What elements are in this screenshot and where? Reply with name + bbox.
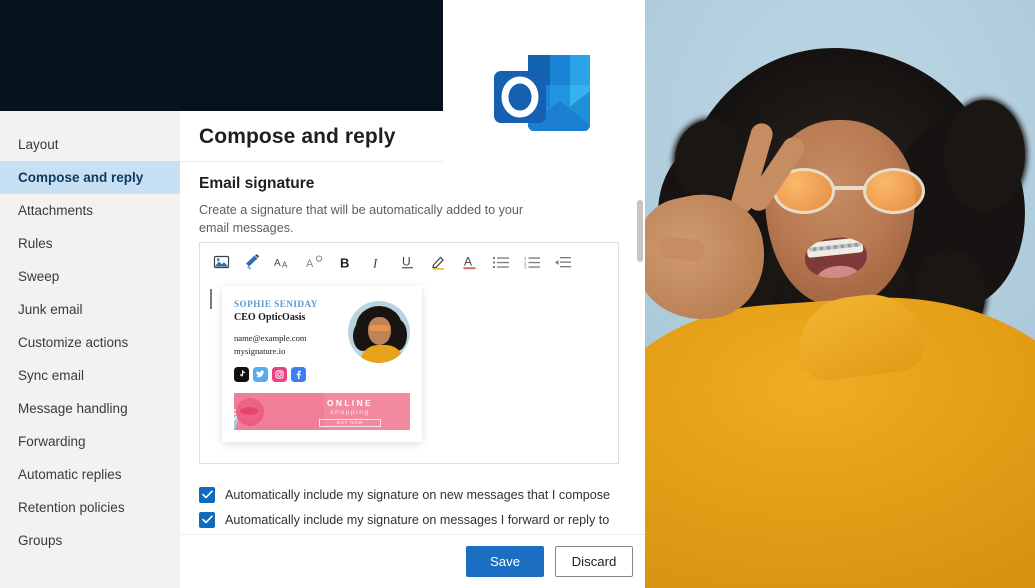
avatar-glasses-icon — [369, 325, 390, 331]
insert-picture-icon[interactable] — [206, 247, 237, 277]
font-color-icon[interactable]: A — [454, 247, 485, 277]
banner-headline: ONLINE — [326, 397, 374, 408]
sidebar-item-label: Retention policies — [18, 500, 125, 515]
text-cursor — [210, 289, 212, 309]
facebook-icon[interactable] — [291, 366, 306, 382]
tiktok-icon[interactable] — [234, 366, 249, 382]
signature-preview-card: SOPHIE SENIDAY CEO OpticOasis name@examp… — [222, 286, 422, 442]
banner-lips-icon — [240, 406, 258, 415]
top-dark-banner — [0, 0, 443, 111]
option-label: Automatically include my signature on me… — [225, 512, 610, 527]
sidebar-item-label: Junk email — [18, 302, 83, 317]
bulleted-list-icon[interactable] — [485, 247, 516, 277]
sidebar-item-automatic-replies[interactable]: Automatic replies — [0, 458, 180, 491]
signature-social-links — [234, 366, 342, 382]
format-painter-icon[interactable] — [237, 247, 268, 277]
svg-text:B: B — [340, 255, 349, 270]
sidebar-item-label: Automatic replies — [18, 467, 122, 482]
sidebar-item-groups[interactable]: Groups — [0, 524, 180, 557]
sidebar-item-label: Sync email — [18, 368, 85, 383]
signature-role: CEO OpticOasis — [234, 312, 306, 323]
outlook-logo-card — [443, 0, 645, 196]
sidebar-item-label: Message handling — [18, 401, 128, 416]
signature-banner[interactable]: ONLINE shopping BUY NOW — [234, 392, 410, 430]
outlook-logo-icon — [488, 47, 596, 147]
banner-text: ONLINE shopping BUY NOW — [304, 398, 396, 427]
sidebar-item-attachments[interactable]: Attachments — [0, 194, 180, 227]
signature-email: name@example.com — [234, 333, 307, 343]
sidebar-item-layout[interactable]: Layout — [0, 128, 180, 161]
editor-toolbar: AA A B I U A 1 2 3 — [200, 243, 618, 281]
discard-button[interactable]: Discard — [555, 546, 633, 577]
screenshot-root: Layout Compose and reply Attachments Rul… — [0, 0, 1035, 588]
numbered-list-icon[interactable]: 123 — [516, 247, 547, 277]
twitter-icon[interactable] — [253, 366, 268, 382]
svg-text:U: U — [402, 255, 411, 269]
checkbox-include-on-new-messages[interactable] — [199, 486, 215, 503]
bold-icon[interactable]: B — [330, 247, 361, 277]
sidebar-item-sweep[interactable]: Sweep — [0, 260, 180, 293]
glasses-bridge — [833, 186, 867, 190]
sidebar-item-message-handling[interactable]: Message handling — [0, 392, 180, 425]
hero-portrait-photo — [645, 0, 1035, 588]
checkbox-include-on-forward-reply[interactable] — [199, 511, 215, 528]
signature-website: mysignature.io — [234, 345, 286, 356]
photo-glasses — [773, 168, 925, 214]
option-row-new-messages[interactable]: Automatically include my signature on ne… — [199, 482, 629, 507]
avatar-face — [368, 317, 391, 345]
sidebar-item-customize-actions[interactable]: Customize actions — [0, 326, 180, 359]
photo-curl — [945, 100, 1025, 210]
underline-icon[interactable]: U — [392, 247, 423, 277]
sidebar-item-compose-and-reply[interactable]: Compose and reply — [0, 161, 180, 194]
svg-text:A: A — [282, 260, 288, 269]
italic-icon[interactable]: I — [361, 247, 392, 277]
signature-editor[interactable]: AA A B I U A 1 2 3 SOPHIE SENIDAY CEO Op… — [199, 242, 619, 464]
sidebar-item-sync-email[interactable]: Sync email — [0, 359, 180, 392]
sidebar-item-label: Customize actions — [18, 335, 129, 350]
svg-text:A: A — [274, 258, 281, 269]
scrollbar-thumb[interactable] — [637, 200, 643, 262]
banner-subhead: shopping — [330, 408, 370, 416]
option-label: Automatically include my signature on ne… — [225, 487, 611, 502]
clear-formatting-icon[interactable]: A — [299, 247, 330, 277]
banner-cta-button[interactable]: BUY NOW — [319, 418, 381, 427]
font-size-icon[interactable]: AA — [268, 247, 299, 277]
svg-text:3: 3 — [524, 264, 527, 268]
option-row-forward-reply[interactable]: Automatically include my signature on me… — [199, 507, 629, 532]
signature-avatar — [348, 301, 410, 363]
sidebar-item-label: Attachments — [18, 203, 94, 218]
signature-edit-area[interactable]: SOPHIE SENIDAY CEO OpticOasis name@examp… — [200, 281, 618, 463]
sidebar-item-rules[interactable]: Rules — [0, 227, 180, 260]
section-description: Create a signature that will be automati… — [199, 203, 524, 236]
settings-footer: Save Discard — [180, 534, 645, 588]
sidebar-item-forwarding[interactable]: Forwarding — [0, 425, 180, 458]
decrease-indent-icon[interactable] — [547, 247, 578, 277]
sidebar-item-label: Layout — [18, 137, 59, 152]
sidebar-item-label: Rules — [18, 236, 53, 251]
sidebar-item-retention-policies[interactable]: Retention policies — [0, 491, 180, 524]
signature-options: Automatically include my signature on ne… — [199, 482, 629, 532]
highlight-icon[interactable] — [423, 247, 454, 277]
svg-text:A: A — [306, 258, 314, 270]
svg-text:I: I — [372, 255, 378, 270]
save-button[interactable]: Save — [466, 546, 544, 577]
settings-sidebar: Layout Compose and reply Attachments Rul… — [0, 111, 180, 588]
sidebar-item-label: Forwarding — [18, 434, 86, 449]
glasses-lens-right — [863, 168, 925, 214]
signature-name: SOPHIE SENIDAY — [234, 299, 318, 309]
sidebar-item-label: Compose and reply — [18, 170, 144, 185]
instagram-icon[interactable] — [272, 366, 287, 382]
sidebar-item-junk-email[interactable]: Junk email — [0, 293, 180, 326]
svg-text:A: A — [464, 255, 472, 269]
sidebar-item-label: Sweep — [18, 269, 60, 284]
sidebar-item-label: Groups — [18, 533, 63, 548]
